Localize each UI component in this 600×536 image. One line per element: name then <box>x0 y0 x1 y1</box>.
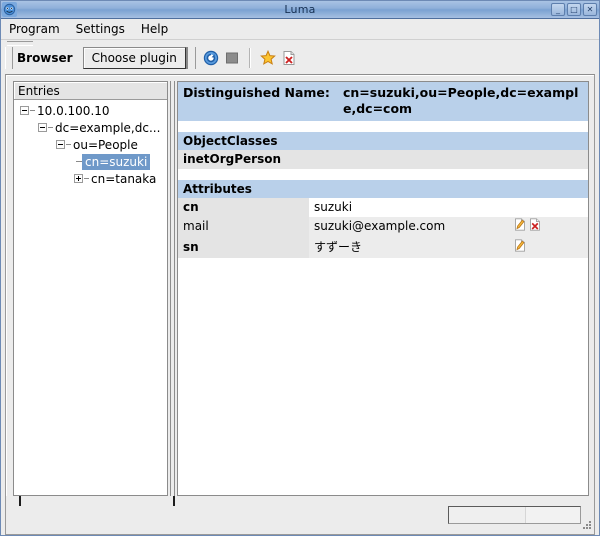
table-row[interactable]: cn suzuki <box>178 198 588 217</box>
toolbar-icon-group-2 <box>255 46 302 70</box>
titlebar: Luma _ □ ✕ <box>1 1 599 19</box>
menubar: Program Settings Help <box>1 19 599 40</box>
choose-plugin-button[interactable]: Choose plugin <box>82 47 186 69</box>
tree-node-label: 10.0.100.10 <box>37 103 110 118</box>
menu-help[interactable]: Help <box>139 21 170 37</box>
tree-node-host[interactable]: 10.0.100.10 <box>14 102 167 119</box>
main-toolbar: Browser Choose plugin <box>5 46 599 70</box>
entry-detail-panel: Distinguished Name: cn=suzuki,ou=People,… <box>177 81 589 496</box>
toolbar-grip-middle[interactable] <box>185 47 196 69</box>
delete-bookmark-icon[interactable] <box>280 49 298 67</box>
detail-empty-space <box>178 258 588 495</box>
attributes-table: cn suzuki mail suzuki@example.com sn すずー… <box>178 198 588 258</box>
detail-gap-2 <box>178 169 588 180</box>
distinguished-name-label: Distinguished Name: <box>183 85 330 100</box>
objectclass-row: inetOrgPerson <box>178 150 588 169</box>
attributes-header: Attributes <box>178 180 588 198</box>
toolbar-area: Browser Choose plugin <box>1 40 599 72</box>
entries-tree-header: Entries <box>14 82 167 100</box>
close-button[interactable]: ✕ <box>583 3 597 16</box>
tree-node-cn-tanaka[interactable]: cn=tanaka <box>14 170 167 187</box>
toolbar-drag-handle[interactable] <box>7 40 33 46</box>
table-row[interactable]: sn すずーき <box>178 236 588 258</box>
menu-program[interactable]: Program <box>7 21 62 37</box>
statusbar <box>6 496 594 534</box>
expand-collapse-icon[interactable] <box>38 123 47 132</box>
attribute-value: suzuki <box>309 198 508 217</box>
attribute-name: cn <box>178 198 309 217</box>
delete-icon[interactable] <box>529 218 541 234</box>
toolbar-separator <box>248 48 251 68</box>
attribute-action-group <box>514 201 588 214</box>
tree-node-basedn[interactable]: dc=example,dc... <box>14 119 167 136</box>
expand-collapse-icon[interactable] <box>56 140 65 149</box>
maximize-icon: □ <box>570 4 578 14</box>
attribute-name: mail <box>178 217 309 236</box>
tree-node-ou-people[interactable]: ou=People <box>14 136 167 153</box>
minimize-button[interactable]: _ <box>551 3 565 16</box>
status-progress-fill <box>449 507 526 523</box>
refresh-icon[interactable] <box>202 49 220 67</box>
toolbar-grip-left[interactable] <box>5 47 13 69</box>
close-icon: ✕ <box>586 4 594 14</box>
tree-node-cn-suzuki[interactable]: cn=suzuki <box>14 153 167 170</box>
window-controls: _ □ ✕ <box>551 3 597 16</box>
stop-icon[interactable] <box>223 49 241 67</box>
attribute-actions <box>508 236 588 258</box>
attribute-action-group <box>514 218 588 234</box>
tree-node-label: dc=example,dc... <box>55 120 161 135</box>
objectclasses-header: ObjectClasses <box>178 132 588 150</box>
app-window: Luma _ □ ✕ Program Settings Help Browser… <box>0 0 600 536</box>
attribute-actions <box>508 198 588 217</box>
toolbar-icon-group-1 <box>198 46 245 70</box>
entry-detail-content: Distinguished Name: cn=suzuki,ou=People,… <box>178 82 588 258</box>
detail-gap-1 <box>178 121 588 132</box>
window-title: Luma <box>284 3 316 16</box>
statusbar-split-marker-b <box>173 496 175 506</box>
pane-splitter-bar[interactable] <box>170 81 175 496</box>
attribute-actions <box>508 217 588 236</box>
tree-node-label: cn=tanaka <box>91 171 157 186</box>
tree-node-label: cn=suzuki <box>82 153 151 170</box>
resize-grip[interactable] <box>580 520 592 532</box>
attribute-name: sn <box>178 236 309 258</box>
maximize-button[interactable]: □ <box>567 3 581 16</box>
attribute-action-group <box>514 238 588 255</box>
distinguished-name-block: Distinguished Name: cn=suzuki,ou=People,… <box>178 82 588 121</box>
entries-tree-panel: Entries 10.0.100.10 dc=example,dc... ou=… <box>13 81 168 496</box>
table-row[interactable]: mail suzuki@example.com <box>178 217 588 236</box>
edit-icon[interactable] <box>514 218 526 234</box>
attribute-value: suzuki@example.com <box>309 217 508 236</box>
expand-collapse-icon[interactable] <box>20 106 29 115</box>
bookmark-star-icon[interactable] <box>259 49 277 67</box>
tree-node-label: ou=People <box>73 137 138 152</box>
expand-collapse-icon[interactable] <box>74 174 83 183</box>
client-area: Entries 10.0.100.10 dc=example,dc... ou=… <box>5 74 595 535</box>
menu-settings[interactable]: Settings <box>74 21 127 37</box>
pane-splitter[interactable] <box>168 81 177 496</box>
distinguished-name-value: cn=suzuki,ou=People,dc=example,dc=com <box>343 85 579 116</box>
statusbar-split-marker-a <box>19 496 21 506</box>
status-progress-bar <box>448 506 581 524</box>
attribute-value: すずーき <box>309 236 508 258</box>
edit-icon[interactable] <box>514 238 526 255</box>
tree-connector <box>74 161 82 162</box>
minimize-icon: _ <box>556 4 560 14</box>
split-pane: Entries 10.0.100.10 dc=example,dc... ou=… <box>6 75 594 496</box>
active-plugin-label: Browser <box>17 51 73 65</box>
entries-tree-body[interactable]: 10.0.100.10 dc=example,dc... ou=People c… <box>14 100 167 495</box>
